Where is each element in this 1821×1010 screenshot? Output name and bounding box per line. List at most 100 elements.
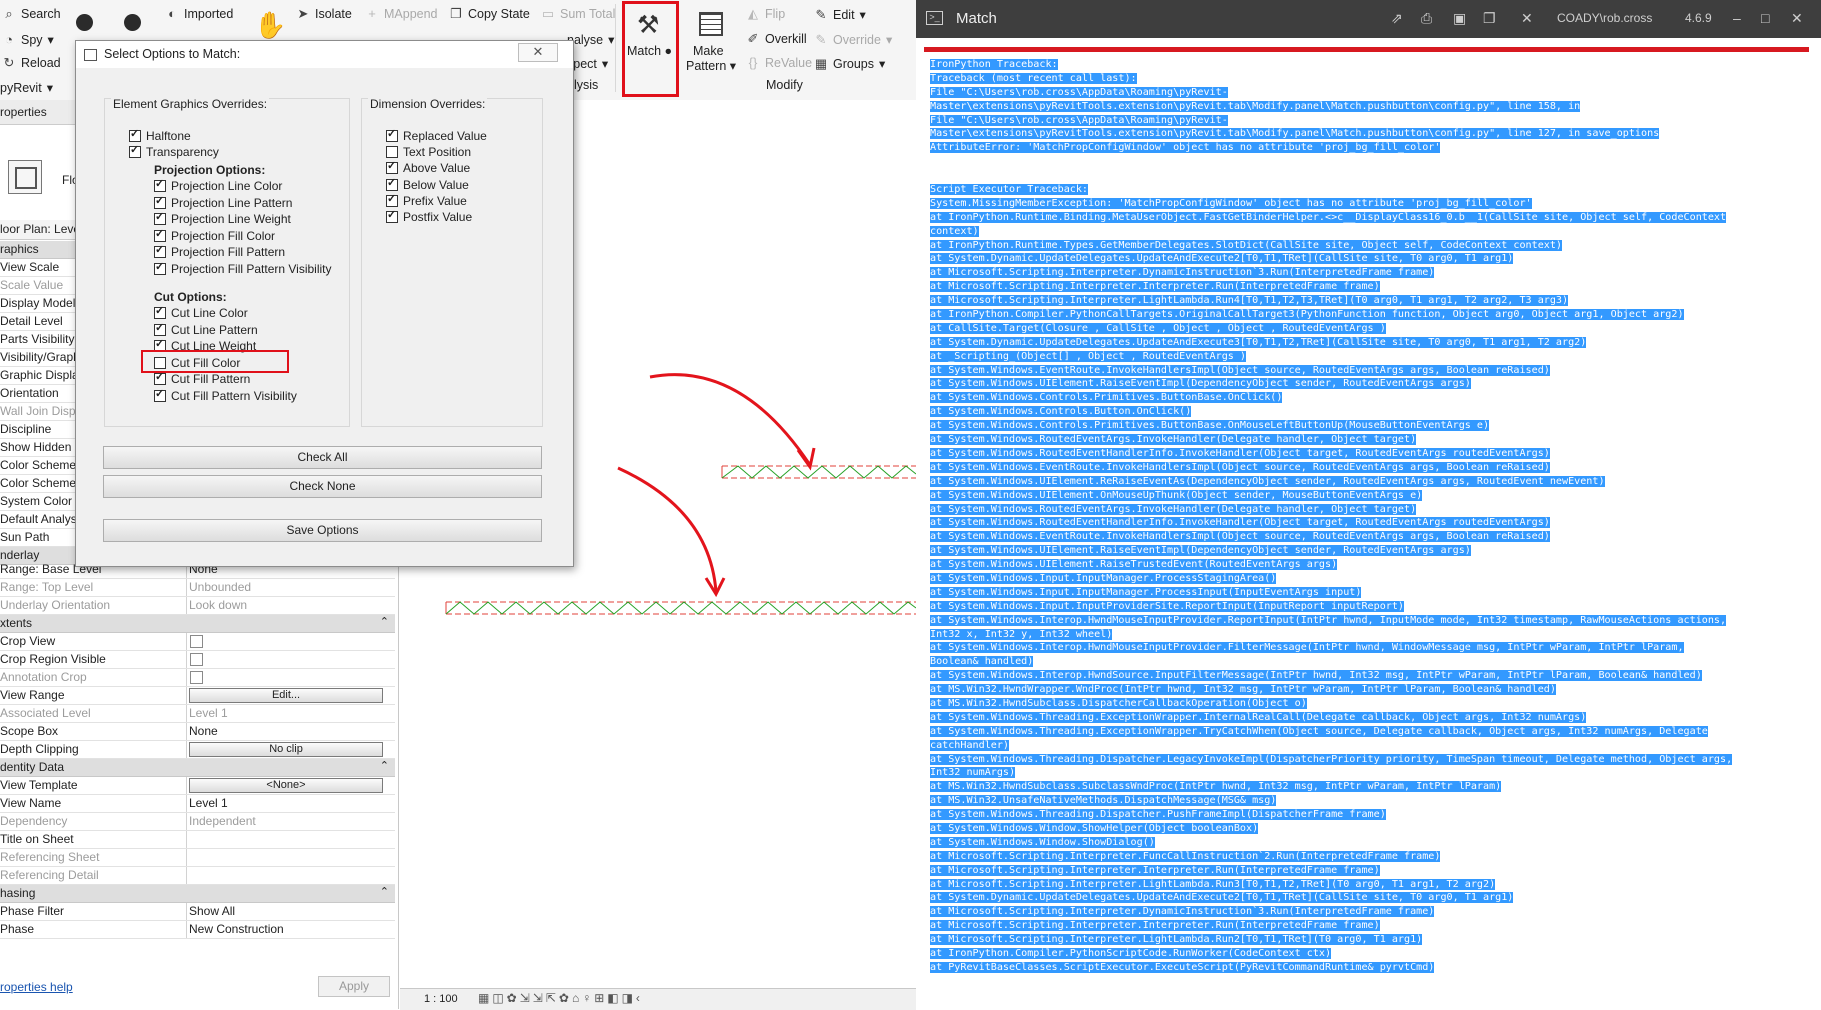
property-row[interactable]: Annotation Crop: [0, 669, 395, 687]
option-checkbox[interactable]: Projection Fill Color: [154, 227, 275, 243]
option-checkbox[interactable]: Text Position: [386, 145, 471, 159]
property-row[interactable]: Range: Top Level Unbounded: [0, 579, 395, 597]
edit-menu[interactable]: ✎ Edit ▾: [814, 7, 866, 22]
property-section-header[interactable]: hasing ⌃: [0, 885, 395, 903]
spy-button[interactable]: ◔ Spy ▾: [2, 32, 54, 47]
property-row[interactable]: Crop View: [0, 633, 395, 651]
collapse-icon[interactable]: ⌃: [380, 615, 389, 628]
selected-text: at System.Windows.Threading.Dispatcher.P…: [930, 809, 1386, 821]
half-circle-icon: ◐: [168, 6, 176, 21]
imported-button[interactable]: ◐ Imported: [165, 6, 233, 22]
checkbox-label: Cut Fill Pattern Visibility: [171, 389, 297, 403]
selected-text: at IronPython.Runtime.Types.GetMemberDel…: [930, 239, 1563, 251]
dialog-titlebar[interactable]: Select Options to Match: ✕: [76, 41, 573, 68]
save-icon[interactable]: ▣: [1453, 10, 1466, 27]
copy-state-button[interactable]: ❐ Copy State: [449, 7, 530, 22]
reload-button[interactable]: ↻ Reload: [2, 56, 61, 71]
mappend-button[interactable]: + MAppend: [365, 7, 437, 22]
property-row[interactable]: Title on Sheet: [0, 831, 395, 849]
overkill-button[interactable]: ✐ Overkill: [746, 32, 807, 47]
output-titlebar[interactable]: >_ Match ⇗ ⎙ ▣ ❐ ✕ COADY\rob.cross 4.6.9…: [916, 0, 1821, 38]
property-row[interactable]: View Template <None>: [0, 777, 395, 795]
color-dot-icon[interactable]: [124, 14, 141, 31]
option-checkbox[interactable]: Projection Line Weight: [154, 210, 291, 226]
property-checkbox[interactable]: [190, 635, 203, 648]
property-row[interactable]: Dependency Independent: [0, 813, 395, 831]
property-row[interactable]: Crop Region Visible: [0, 651, 395, 669]
print-icon[interactable]: ⎙: [1421, 10, 1432, 27]
property-checkbox[interactable]: [190, 671, 203, 684]
property-button[interactable]: No clip: [189, 742, 383, 757]
property-button[interactable]: Edit...: [189, 688, 383, 703]
option-checkbox[interactable]: Prefix Value: [386, 192, 467, 208]
maximize-icon[interactable]: □: [1761, 10, 1769, 26]
option-checkbox[interactable]: Projection Fill Pattern Visibility: [154, 260, 332, 276]
properties-help-link[interactable]: roperties help: [0, 980, 73, 994]
revalue-button[interactable]: {} ReValue: [746, 56, 812, 71]
override-menu[interactable]: ✎ Override ▾: [814, 32, 893, 47]
selected-text: at System.Windows.RoutedEventHandlerInfo…: [930, 447, 1550, 459]
property-row[interactable]: View Range Edit...: [0, 687, 395, 705]
property-row[interactable]: Referencing Sheet: [0, 849, 395, 867]
option-checkbox[interactable]: Below Value: [386, 176, 469, 192]
color-dot-icon[interactable]: [76, 14, 93, 31]
open-external-icon[interactable]: ⇗: [1391, 10, 1403, 27]
option-checkbox[interactable]: Cut Line Pattern: [154, 321, 258, 337]
flip-button[interactable]: ◭ Flip: [746, 7, 785, 22]
traceback-line: at System.Windows.Input.InputManager.Pro…: [930, 586, 1816, 600]
check-none-button[interactable]: Check None: [103, 475, 542, 498]
option-checkbox[interactable]: Cut Fill Pattern: [154, 370, 250, 386]
property-value: Show All: [189, 904, 236, 918]
pyrevit-menu[interactable]: pyRevit ▾: [0, 80, 53, 96]
halftone-checkbox[interactable]: Halftone: [129, 127, 191, 143]
traceback-text[interactable]: IronPython Traceback: Traceback (most rec…: [930, 58, 1816, 975]
property-section-header[interactable]: xtents ⌃: [0, 615, 395, 633]
scale-readout[interactable]: 1 : 100: [424, 993, 458, 1005]
close-icon[interactable]: ✕: [1791, 10, 1803, 27]
transparency-checkbox[interactable]: Transparency: [129, 143, 219, 159]
copy-icon[interactable]: ❐: [1483, 10, 1496, 27]
property-row[interactable]: Referencing Detail: [0, 867, 395, 885]
traceback-line: at System.Dynamic.UpdateDelegates.Update…: [930, 891, 1816, 905]
property-row[interactable]: Scope Box None: [0, 723, 395, 741]
isolate-button[interactable]: ➤ Isolate: [296, 7, 352, 22]
property-row[interactable]: View Name Level 1: [0, 795, 395, 813]
sum-total-button[interactable]: ▭ Sum Total: [541, 7, 616, 22]
minimize-icon[interactable]: –: [1733, 10, 1741, 26]
option-checkbox[interactable]: Projection Line Pattern: [154, 194, 293, 210]
option-checkbox[interactable]: Cut Line Color: [154, 304, 248, 320]
collapse-icon[interactable]: ⌃: [380, 885, 389, 898]
save-options-button[interactable]: Save Options: [103, 519, 542, 542]
groups-menu[interactable]: ▦ Groups ▾: [814, 56, 885, 71]
search-button[interactable]: ⌕ Search: [2, 7, 60, 22]
check-all-button[interactable]: Check All: [103, 446, 542, 469]
property-button[interactable]: <None>: [189, 778, 383, 793]
property-label: Associated Level: [0, 706, 91, 720]
option-checkbox[interactable]: Cut Fill Pattern Visibility: [154, 387, 297, 403]
collapse-icon[interactable]: ⌃: [380, 759, 389, 772]
property-section-header[interactable]: dentity Data ⌃: [0, 759, 395, 777]
property-row[interactable]: Associated Level Level 1: [0, 705, 395, 723]
property-row[interactable]: Phase New Construction: [0, 921, 395, 939]
make-pattern-button[interactable]: Make Pattern ▾: [684, 2, 739, 96]
traceback-line: at System.Windows.Threading.Dispatcher.P…: [930, 808, 1816, 822]
option-checkbox[interactable]: Replaced Value: [386, 127, 487, 143]
option-checkbox[interactable]: Above Value: [386, 159, 470, 175]
chevron-down-icon: ▾: [608, 33, 615, 47]
view-control-icons[interactable]: ▦◫✿⇲⇲⇱✿⌂♀⊞◧◨‹: [478, 991, 643, 1005]
checkbox-label: Projection Line Pattern: [171, 195, 293, 210]
option-checkbox[interactable]: Projection Line Color: [154, 177, 282, 193]
traceback-line: Traceback (most recent call last):: [930, 72, 1816, 86]
option-checkbox[interactable]: Postfix Value: [386, 208, 472, 224]
property-row[interactable]: Phase Filter Show All: [0, 903, 395, 921]
property-checkbox[interactable]: [190, 653, 203, 666]
apply-button[interactable]: Apply: [318, 976, 390, 997]
property-row[interactable]: Underlay Orientation Look down: [0, 597, 395, 615]
hand-icon[interactable]: ✋: [254, 10, 286, 41]
pin-icon[interactable]: ✕: [1521, 10, 1533, 27]
selected-text: at System.Windows.UIElement.RaiseTrusted…: [930, 559, 1338, 571]
analyse-menu[interactable]: nalyse ▾: [567, 32, 615, 48]
close-button[interactable]: ✕: [518, 43, 558, 62]
property-row[interactable]: Depth Clipping No clip: [0, 741, 395, 759]
option-checkbox[interactable]: Projection Fill Pattern: [154, 243, 285, 259]
